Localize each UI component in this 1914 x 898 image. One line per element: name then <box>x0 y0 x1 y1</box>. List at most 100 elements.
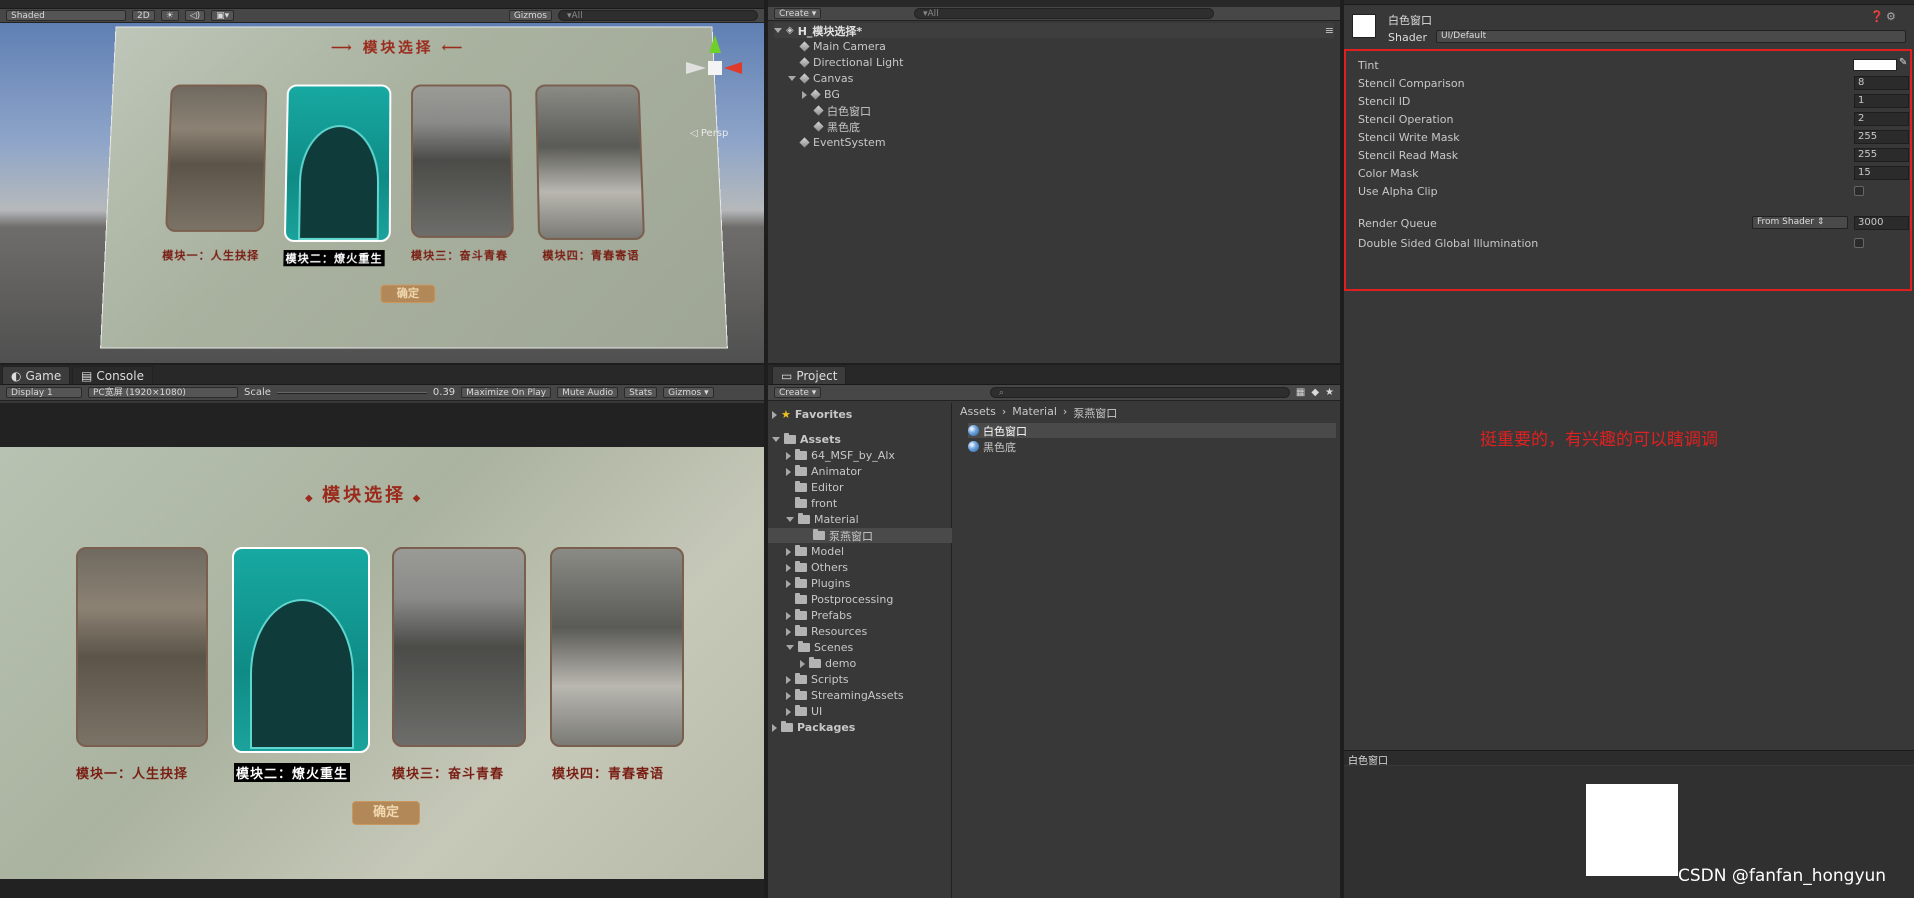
folder-item[interactable]: Model <box>786 544 844 559</box>
collapse-arrow-icon[interactable] <box>786 563 791 572</box>
2d-toggle[interactable]: 2D <box>132 10 155 21</box>
hierarchy-item-white-window[interactable]: 白色窗口 <box>813 103 871 118</box>
collapse-arrow-icon[interactable] <box>786 707 791 716</box>
use-alpha-clip-checkbox[interactable] <box>1854 186 1864 196</box>
effects-icon[interactable]: ▣▾ <box>211 10 235 21</box>
collapse-arrow-icon[interactable] <box>786 467 791 476</box>
game-canvas[interactable]: ◆ 模块选择 ◆ 模块一：人生抉择 模块二：燎火重生 模块三：奋斗青春 模块四：… <box>0 447 764 879</box>
persp-label[interactable]: ◁ Persp <box>690 128 728 139</box>
stencil-operation-field[interactable]: 2 <box>1854 112 1909 126</box>
render-queue-field[interactable]: 3000 <box>1854 216 1909 230</box>
double-sided-gi-checkbox[interactable] <box>1854 238 1864 248</box>
collapse-arrow-icon[interactable] <box>786 627 791 636</box>
expand-arrow-icon[interactable] <box>786 645 794 650</box>
scale-slider[interactable] <box>276 391 427 394</box>
project-create-button[interactable]: Create ▾ <box>774 387 822 398</box>
scene-photo-2[interactable] <box>283 84 392 242</box>
tab-project[interactable]: ▭ Project <box>772 366 847 384</box>
hierarchy-item-directional-light[interactable]: Directional Light <box>799 55 903 70</box>
game-photo-3[interactable] <box>392 547 526 747</box>
resolution-dropdown[interactable]: PC宽屏 (1920×1080) <box>88 387 238 398</box>
hierarchy-item-canvas[interactable]: Canvas <box>788 71 853 86</box>
expand-arrow-icon[interactable] <box>788 76 796 81</box>
scene-gizmos-dropdown[interactable]: Gizmos <box>508 10 552 21</box>
breadcrumb-assets[interactable]: Assets <box>960 405 996 421</box>
scene-search-input[interactable]: ▾All <box>558 10 758 21</box>
axis-gizmo[interactable]: ◁ Persp <box>680 33 760 139</box>
collapse-arrow-icon[interactable] <box>800 659 805 668</box>
mute-audio-button[interactable]: Mute Audio <box>557 387 619 398</box>
folder-item[interactable]: demo <box>800 656 856 671</box>
tab-game[interactable]: ◐ Game <box>2 366 71 384</box>
material-file[interactable]: 黑色底 <box>968 439 1016 454</box>
folder-item[interactable]: front <box>795 496 837 511</box>
game-photo-2[interactable] <box>232 547 370 753</box>
tint-color-swatch[interactable] <box>1853 59 1897 71</box>
tab-console[interactable]: ▤ Console <box>72 366 153 384</box>
scene-photo-1[interactable] <box>165 84 268 232</box>
game-confirm-button[interactable]: 确定 <box>352 801 420 825</box>
expand-arrow-icon[interactable] <box>772 437 780 442</box>
eyedropper-icon[interactable]: ✎ <box>1899 57 1907 68</box>
color-mask-field[interactable]: 15 <box>1854 166 1909 180</box>
inspector-help-icon[interactable]: ❓ <box>1870 10 1884 23</box>
packages-item[interactable]: Packages <box>772 720 855 735</box>
collapse-arrow-icon[interactable] <box>802 90 807 99</box>
collapse-arrow-icon[interactable] <box>786 691 791 700</box>
folder-item[interactable]: Scripts <box>786 672 849 687</box>
expand-arrow-icon[interactable] <box>774 28 782 33</box>
stats-button[interactable]: Stats <box>624 387 658 398</box>
shader-dropdown[interactable]: UI/Default <box>1436 30 1906 43</box>
scene-photo-3[interactable] <box>410 84 514 238</box>
folder-item[interactable]: Prefabs <box>786 608 852 623</box>
scene-confirm-button[interactable]: 确定 <box>380 284 436 304</box>
scene-photo-4[interactable] <box>535 84 646 240</box>
lighting-icon[interactable]: ☀ <box>160 10 179 21</box>
root-menu-icon[interactable]: ≡ <box>1325 24 1334 37</box>
folder-item[interactable]: Postprocessing <box>795 592 893 607</box>
hierarchy-item-main-camera[interactable]: Main Camera <box>799 39 886 54</box>
folder-item[interactable]: StreamingAssets <box>786 688 904 703</box>
hierarchy-create-button[interactable]: Create ▾ <box>774 8 822 19</box>
collapse-arrow-icon[interactable] <box>772 723 777 732</box>
collapse-arrow-icon[interactable] <box>786 451 791 460</box>
assets-item[interactable]: Assets <box>772 432 841 447</box>
divider-vertical-2[interactable] <box>1340 0 1344 898</box>
folder-item[interactable]: Plugins <box>786 576 850 591</box>
filter-type-icon[interactable]: ▦ <box>1296 387 1305 398</box>
hierarchy-item-eventsystem[interactable]: EventSystem <box>799 135 886 150</box>
hierarchy-item-black-bg[interactable]: 黑色底 <box>813 119 860 134</box>
hierarchy-root[interactable]: ◈ H_模块选择* ≡ <box>774 23 1334 38</box>
game-viewport[interactable]: ◆ 模块选择 ◆ 模块一：人生抉择 模块二：燎火重生 模块三：奋斗青春 模块四：… <box>0 403 764 898</box>
favorite-star-icon[interactable]: ★ <box>1325 387 1334 398</box>
display-dropdown[interactable]: Display 1 <box>6 387 82 398</box>
inspector-settings-icon[interactable]: ⚙ <box>1886 10 1896 23</box>
hierarchy-item-bg[interactable]: BG <box>802 87 840 102</box>
audio-icon[interactable]: ◁) <box>184 10 206 21</box>
folder-item[interactable]: UI <box>786 704 822 719</box>
folder-item[interactable]: 64_MSF_by_Alx <box>786 448 895 463</box>
folder-item[interactable]: Resources <box>786 624 867 639</box>
scene-canvas[interactable]: ⟶ 模块选择 ⟵ 模块一：人生抉择 模块二：燎火重生 模块三：奋斗青春 模块四：… <box>100 26 728 349</box>
divider-vertical-1[interactable] <box>764 0 768 898</box>
collapse-arrow-icon[interactable] <box>786 675 791 684</box>
expand-arrow-icon[interactable] <box>786 517 794 522</box>
game-gizmos-dropdown[interactable]: Gizmos ▾ <box>663 387 714 398</box>
material-file[interactable]: 白色窗口 <box>968 423 1336 438</box>
scene-viewport[interactable]: ⟶ 模块选择 ⟵ 模块一：人生抉择 模块二：燎火重生 模块三：奋斗青春 模块四：… <box>0 23 764 363</box>
collapse-arrow-icon[interactable] <box>786 611 791 620</box>
project-search-input[interactable]: ⌕ <box>989 387 1290 398</box>
folder-item[interactable]: Editor <box>795 480 844 495</box>
game-photo-1[interactable] <box>76 547 208 747</box>
stencil-read-mask-field[interactable]: 255 <box>1854 148 1909 162</box>
maximize-on-play-button[interactable]: Maximize On Play <box>461 387 552 398</box>
folder-item[interactable]: Others <box>786 560 848 575</box>
hierarchy-search-input[interactable]: ▾All <box>914 8 1214 19</box>
stencil-comparison-field[interactable]: 8 <box>1854 76 1909 90</box>
shading-dropdown[interactable]: Shaded <box>6 10 126 21</box>
collapse-arrow-icon[interactable] <box>772 410 777 419</box>
render-queue-mode-dropdown[interactable]: From Shader ⇕ <box>1752 216 1848 229</box>
breadcrumb-current[interactable]: 泵燕窗口 <box>1073 405 1117 421</box>
folder-item[interactable]: Scenes <box>786 640 853 655</box>
stencil-write-mask-field[interactable]: 255 <box>1854 130 1909 144</box>
